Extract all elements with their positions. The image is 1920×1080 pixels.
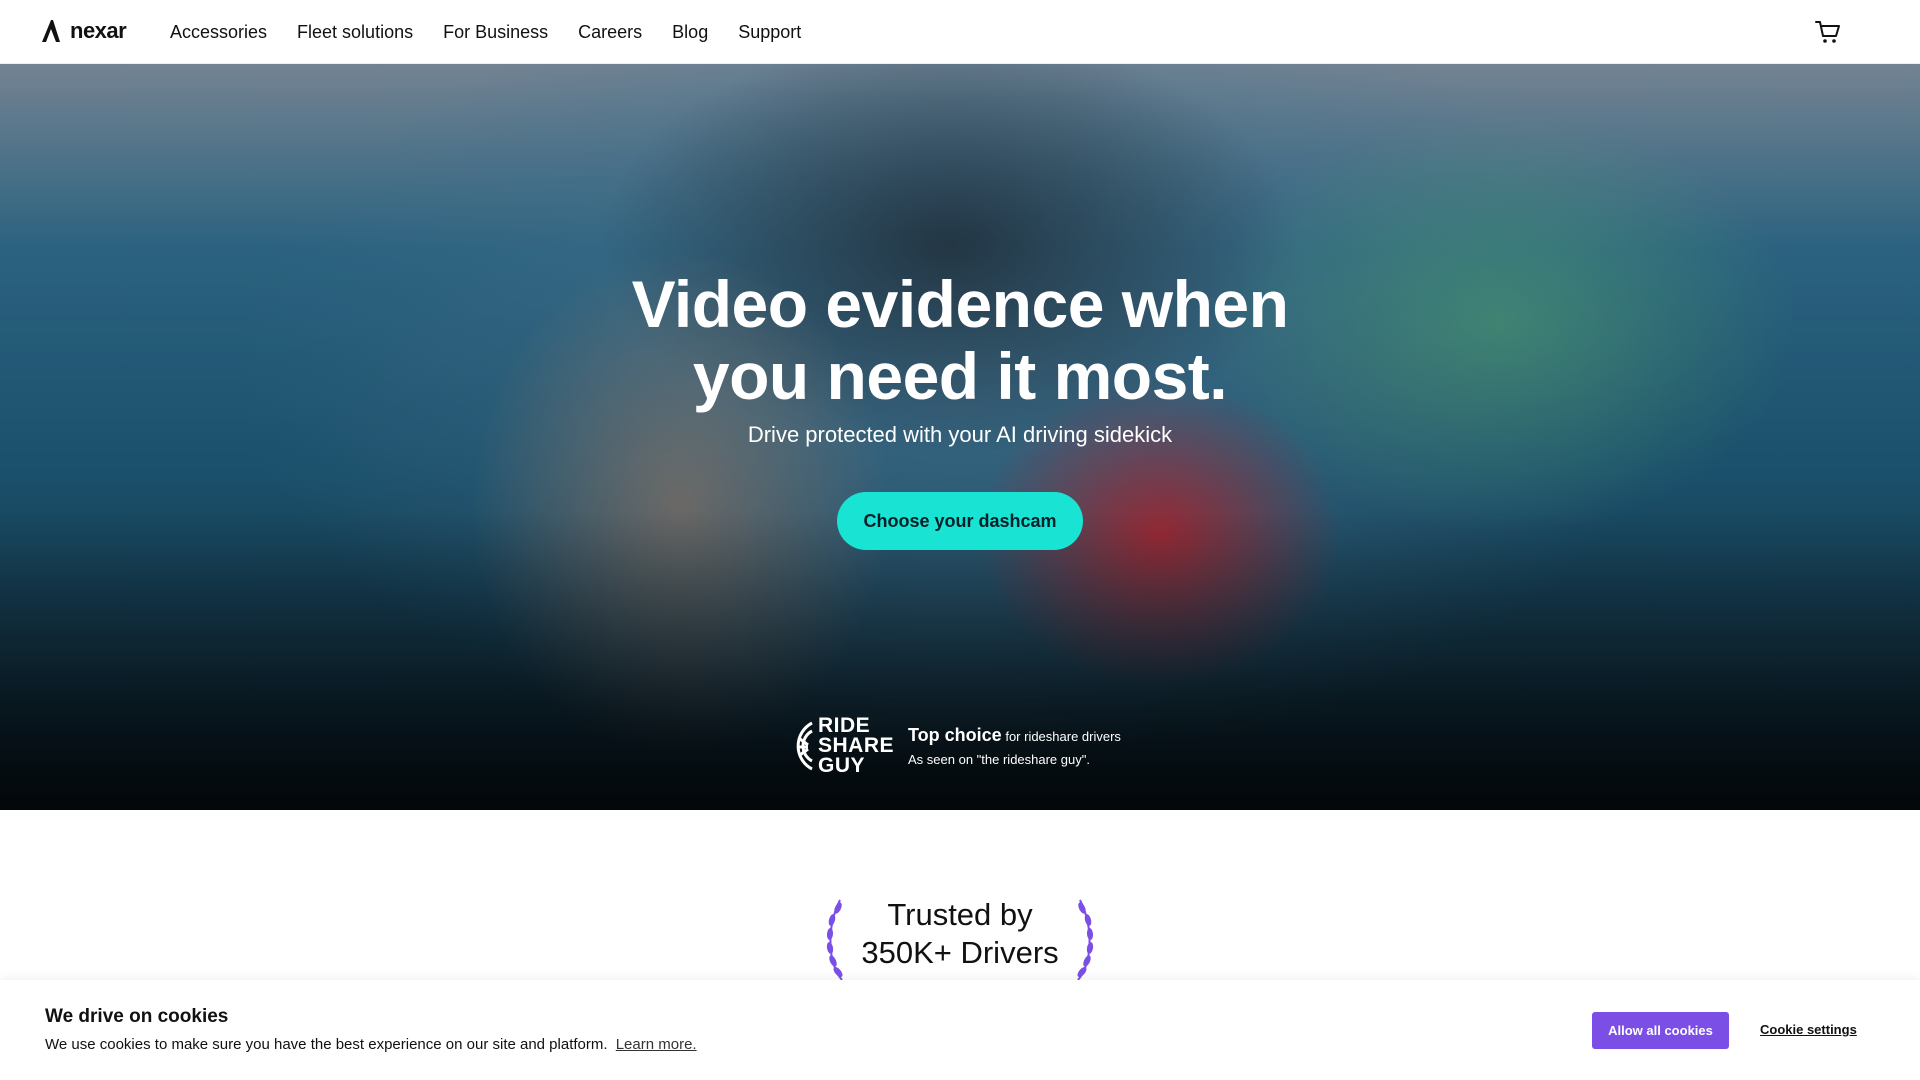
hero-section: Video evidence when you need it most. Dr… [0,64,1920,810]
badge-top-choice: Top choice [908,725,1002,745]
laurel-left-icon [826,899,843,981]
hero-title-line1: Video evidence when [631,267,1289,341]
main-menu: Accessories Fleet solutions For Business… [170,0,801,64]
logo-text: nexar [70,18,127,43]
trusted-by-section: Trusted by 350K+ Drivers [820,896,1100,986]
nav-fleet-solutions[interactable]: Fleet solutions [297,22,413,43]
trusted-line1: Trusted by [887,897,1033,932]
choose-dashcam-button[interactable]: Choose your dashcam [837,492,1083,550]
nav-support[interactable]: Support [738,22,801,43]
badge-for-rideshare: for rideshare drivers [1005,729,1121,744]
steering-wheel-icon [796,721,813,771]
cookie-title: We drive on cookies [45,1006,229,1027]
allow-all-cookies-button[interactable]: Allow all cookies [1592,1012,1729,1049]
hero-title-line2: you need it most. [692,339,1228,413]
rideshare-guy-logo: RIDE SHARE GUY [782,714,895,777]
rsg-line-3: GUY [818,754,866,777]
cookie-banner: We drive on cookies We use cookies to ma… [0,980,1920,1080]
nav-blog[interactable]: Blog [672,22,708,43]
trusted-line2: 350K+ Drivers [861,935,1059,970]
rsg-line-2: SHARE [818,734,895,757]
nav-for-business[interactable]: For Business [443,22,548,43]
badge-caption: Top choice for rideshare drivers As seen… [908,725,1121,767]
rideshare-guy-badge: RIDE SHARE GUY Top choice for rideshare … [782,714,1121,777]
nexar-logo-icon [42,20,60,42]
cart-icon[interactable] [1814,18,1842,46]
top-nav: nexar Accessories Fleet solutions For Bu… [0,0,1920,64]
nexar-logo[interactable]: nexar [40,18,127,44]
hero-subtitle: Drive protected with your AI driving sid… [747,422,1173,447]
hero-title: Video evidence when you need it most. [460,268,1460,412]
cookie-settings-link[interactable]: Cookie settings [1760,1022,1857,1037]
cookie-body: We use cookies to make sure you have the… [45,1036,608,1053]
nav-accessories[interactable]: Accessories [170,22,267,43]
learn-more-link[interactable]: Learn more. [616,1036,697,1053]
badge-as-seen-on: As seen on "the rideshare guy". [908,752,1090,767]
rsg-line-1: RIDE [818,714,871,737]
nav-careers[interactable]: Careers [578,22,642,43]
laurel-right-icon [1077,899,1094,981]
